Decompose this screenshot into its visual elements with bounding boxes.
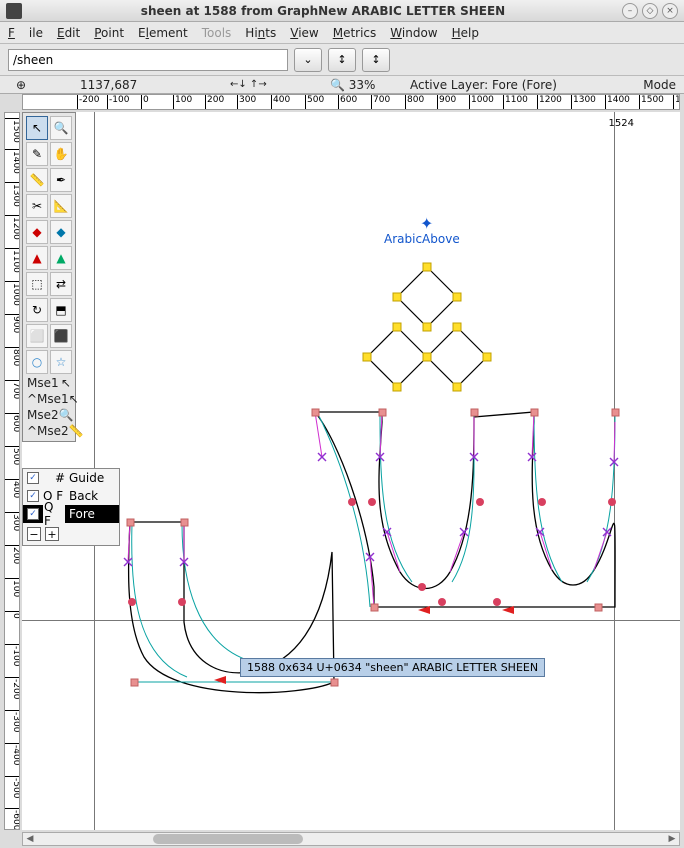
tool-knife[interactable]: ✂ bbox=[26, 194, 48, 218]
layer-back[interactable]: ✓Q FBack bbox=[23, 487, 119, 505]
titlebar: sheen at 1588 from GraphNew ARABIC LETTE… bbox=[0, 0, 684, 22]
tool-palette: ↖🔍 ✎✋ 📏✒ ✂📐 ◆◆ ▲▲ ⬚⇄ ↻⬒ ⬜⬛ ○☆ Mse1↖ ^Mse… bbox=[22, 112, 76, 442]
menu-metrics[interactable]: Metrics bbox=[333, 26, 377, 40]
mouse-label-1: Mse1↖ bbox=[25, 375, 73, 391]
statusbar: ⊕ 1137,687 ←↓ ↑→ 🔍 33% Active Layer: For… bbox=[0, 76, 684, 94]
scroll-left-icon[interactable]: ◀ bbox=[23, 833, 37, 845]
layer-fore[interactable]: ✓Q FFore bbox=[23, 505, 119, 523]
glyph-tooltip: 1588 0x634 U+0634 "sheen" ARABIC LETTER … bbox=[240, 658, 545, 677]
tool-circle[interactable]: ○ bbox=[26, 350, 48, 374]
status-mode: Mode bbox=[643, 78, 676, 92]
tool-corner-point[interactable]: ◆ bbox=[26, 220, 48, 244]
status-zoom[interactable]: 🔍 33% bbox=[330, 78, 375, 92]
app-icon bbox=[6, 3, 22, 19]
window-title: sheen at 1588 from GraphNew ARABIC LETTE… bbox=[141, 4, 505, 18]
scroll-right-icon[interactable]: ▶ bbox=[665, 833, 679, 845]
menu-view[interactable]: View bbox=[290, 26, 318, 40]
close-button[interactable]: × bbox=[662, 3, 678, 19]
tool-measure[interactable]: 📏 bbox=[26, 168, 48, 192]
layers-panel: ✓#Guide ✓Q FBack ✓Q FFore − + bbox=[22, 468, 120, 546]
tool-pointer[interactable]: ↖ bbox=[26, 116, 48, 140]
menu-element[interactable]: Element bbox=[138, 26, 188, 40]
menu-edit[interactable]: Edit bbox=[57, 26, 80, 40]
tool-ruler[interactable]: 📐 bbox=[50, 194, 72, 218]
tool-pen[interactable]: ✒ bbox=[50, 168, 72, 192]
tool-rotate[interactable]: ↻ bbox=[26, 298, 48, 322]
tool-hv-point[interactable]: ▲ bbox=[26, 246, 48, 270]
next-glyph-button[interactable]: ↕ bbox=[362, 48, 390, 72]
tool-scale[interactable]: ⬚ bbox=[26, 272, 48, 296]
menu-point[interactable]: Point bbox=[94, 26, 124, 40]
menu-help[interactable]: Help bbox=[452, 26, 479, 40]
menu-window[interactable]: Window bbox=[390, 26, 437, 40]
prev-glyph-button[interactable]: ↕ bbox=[328, 48, 356, 72]
glyph-outline[interactable] bbox=[22, 112, 680, 830]
mouse-label-1a: ^Mse1↖ bbox=[25, 391, 73, 407]
tool-skew[interactable]: ⬒ bbox=[50, 298, 72, 322]
tool-tangent-point[interactable]: ▲ bbox=[50, 246, 72, 270]
canvas[interactable]: 1524 ✦ ArabicAbove bbox=[22, 112, 680, 830]
word-dropdown[interactable]: ⌄ bbox=[294, 48, 322, 72]
maximize-button[interactable]: ◇ bbox=[642, 3, 658, 19]
menu-tools: Tools bbox=[202, 26, 232, 40]
tool-star[interactable]: ☆ bbox=[50, 350, 72, 374]
minimize-button[interactable]: – bbox=[622, 3, 638, 19]
tool-flip[interactable]: ⇄ bbox=[50, 272, 72, 296]
tool-curve-point[interactable]: ◆ bbox=[50, 220, 72, 244]
tool-perspective[interactable]: ⬜ bbox=[26, 324, 48, 348]
mouse-label-2: Mse2🔍 bbox=[25, 407, 73, 423]
layer-guide[interactable]: ✓#Guide bbox=[23, 469, 119, 487]
glyph-name-input[interactable] bbox=[8, 49, 288, 71]
scrollbar-horizontal[interactable]: ◀ ▶ bbox=[22, 832, 680, 846]
tool-freehand[interactable]: ✎ bbox=[26, 142, 48, 166]
menu-file[interactable]: File bbox=[8, 26, 43, 40]
status-layer[interactable]: Active Layer: Fore (Fore) bbox=[410, 78, 557, 92]
layer-remove-button[interactable]: − bbox=[27, 527, 41, 541]
scroll-thumb[interactable] bbox=[153, 834, 303, 844]
ruler-vertical[interactable]: 1500140013001200110010009008007006005004… bbox=[4, 112, 20, 830]
ruler-horizontal[interactable]: -200-10001002003004005006007008009001000… bbox=[22, 94, 680, 110]
tool-hand[interactable]: ✋ bbox=[50, 142, 72, 166]
mouse-label-2a: ^Mse2📏 bbox=[25, 423, 73, 439]
tool-rect3d[interactable]: ⬛ bbox=[50, 324, 72, 348]
status-arrows: ←↓ ↑→ bbox=[230, 79, 267, 90]
tool-magnify[interactable]: 🔍 bbox=[50, 116, 72, 140]
status-coord: 1137,687 bbox=[80, 78, 137, 92]
menu-hints[interactable]: Hints bbox=[245, 26, 276, 40]
menubar: File Edit Point Element Tools Hints View… bbox=[0, 22, 684, 44]
toolbar: ⌄ ↕ ↕ bbox=[0, 44, 684, 76]
layer-add-button[interactable]: + bbox=[45, 527, 59, 541]
